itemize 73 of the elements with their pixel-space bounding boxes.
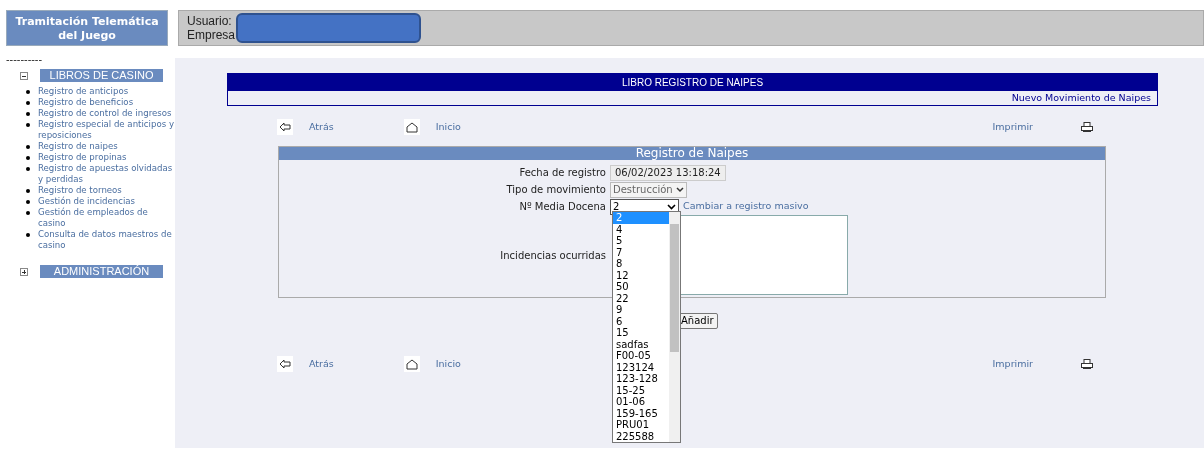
- sidebar-link[interactable]: Registro especial de anticipos y reposiciones: [38, 119, 174, 141]
- bullet-icon: [26, 156, 30, 160]
- dropdown-option[interactable]: 01-06: [613, 396, 669, 408]
- field-label: Tipo de movimiento: [505, 183, 607, 197]
- back-arrow-icon[interactable]: [277, 119, 293, 135]
- field-label: Nº Media Docena: [518, 200, 607, 214]
- dropdown-option[interactable]: 123124: [613, 361, 669, 373]
- dropdown-option[interactable]: 5: [613, 235, 669, 247]
- home-link[interactable]: Inicio: [435, 119, 461, 135]
- separator-text: ----------: [6, 53, 44, 67]
- bullet-icon: [26, 167, 30, 171]
- bullet-icon: [26, 189, 30, 193]
- dropdown-option[interactable]: 8: [613, 258, 669, 270]
- back-link[interactable]: Atrás: [309, 119, 334, 135]
- sidebar-link[interactable]: Registro de beneficios: [38, 97, 134, 108]
- dropdown-option[interactable]: 15-25: [613, 384, 669, 396]
- sidebar-link[interactable]: Registro de apuestas olvidadas y perdidas: [38, 163, 174, 185]
- scrollbar[interactable]: [669, 212, 680, 442]
- page-subtitle: Nuevo Movimiento de Naipes: [1011, 92, 1151, 103]
- back-arrow-icon[interactable]: [277, 356, 293, 372]
- caret-icon: [667, 203, 676, 210]
- bullet-icon: [26, 123, 30, 127]
- dropdown-option[interactable]: 50: [613, 281, 669, 293]
- sidebar-link[interactable]: Registro de control de ingresos: [38, 108, 172, 119]
- bullet-icon: [26, 112, 30, 116]
- app-title: Tramitación Telemática del Juego: [6, 10, 168, 46]
- bullet-icon: [26, 211, 30, 215]
- bullet-icon: [26, 101, 30, 105]
- sidebar-link[interactable]: Gestión de incidencias: [38, 196, 136, 207]
- back-link[interactable]: Atrás: [309, 356, 334, 372]
- print-link[interactable]: Imprimir: [992, 356, 1033, 372]
- sidebar-link[interactable]: Consulta de datos maestros de casino: [38, 229, 174, 251]
- dropdown-option[interactable]: 6: [613, 315, 669, 327]
- collapse-icon[interactable]: [20, 71, 28, 80]
- home-icon[interactable]: [403, 356, 420, 372]
- field-label: Fecha de registro: [518, 166, 607, 180]
- dropdown-option[interactable]: 7: [613, 246, 669, 258]
- scrollbar-thumb[interactable]: [670, 224, 679, 352]
- page-title: LIBRO REGISTRO DE NAIPES: [228, 74, 1157, 91]
- user-label: Usuario:: [187, 14, 233, 28]
- dropdown-option[interactable]: sadfas: [613, 338, 669, 350]
- bullet-icon: [26, 233, 30, 237]
- sidebar-link[interactable]: Registro de propinas: [38, 152, 127, 163]
- sidebar-link[interactable]: Registro de anticipos: [38, 86, 129, 97]
- bullet-icon: [26, 200, 30, 204]
- bullet-icon: [26, 90, 30, 94]
- printer-icon[interactable]: [1081, 359, 1093, 369]
- dropdown-option[interactable]: 22: [613, 292, 669, 304]
- sidebar-link[interactable]: Registro de naipes: [38, 141, 118, 152]
- dropdown-option[interactable]: PRU01: [613, 419, 669, 431]
- dropdown-option[interactable]: F00-05: [613, 350, 669, 362]
- form-title: Registro de Naipes: [279, 147, 1105, 160]
- dropdown-option[interactable]: 9: [613, 304, 669, 316]
- dropdown-option[interactable]: 225588: [613, 430, 669, 442]
- date-field[interactable]: 06/02/2023 13:18:24: [610, 164, 726, 181]
- company-label: Empresa: [187, 28, 237, 42]
- printer-icon[interactable]: [1081, 122, 1093, 132]
- field-label: Incidencias ocurridas: [499, 248, 607, 263]
- bullet-icon: [26, 145, 30, 149]
- caret-icon: [675, 186, 684, 193]
- print-link[interactable]: Imprimir: [992, 119, 1033, 135]
- movement-type-select[interactable]: Destrucción: [610, 181, 687, 198]
- home-link[interactable]: Inicio: [435, 356, 461, 372]
- dropdown-option[interactable]: 123-128: [613, 373, 669, 385]
- bulk-mode-link[interactable]: Cambiar a registro masivo: [683, 199, 809, 214]
- home-icon[interactable]: [403, 119, 420, 135]
- dropdown-option[interactable]: 159-165: [613, 407, 669, 419]
- dropdown-option[interactable]: 15: [613, 327, 669, 339]
- dropdown-option[interactable]: 4: [613, 223, 669, 235]
- sidebar-link[interactable]: Gestión de empleados de casino: [38, 207, 174, 229]
- expand-icon[interactable]: [20, 267, 28, 276]
- dropdown-option[interactable]: 12: [613, 269, 669, 281]
- sidebar-link[interactable]: Registro de torneos: [38, 185, 122, 196]
